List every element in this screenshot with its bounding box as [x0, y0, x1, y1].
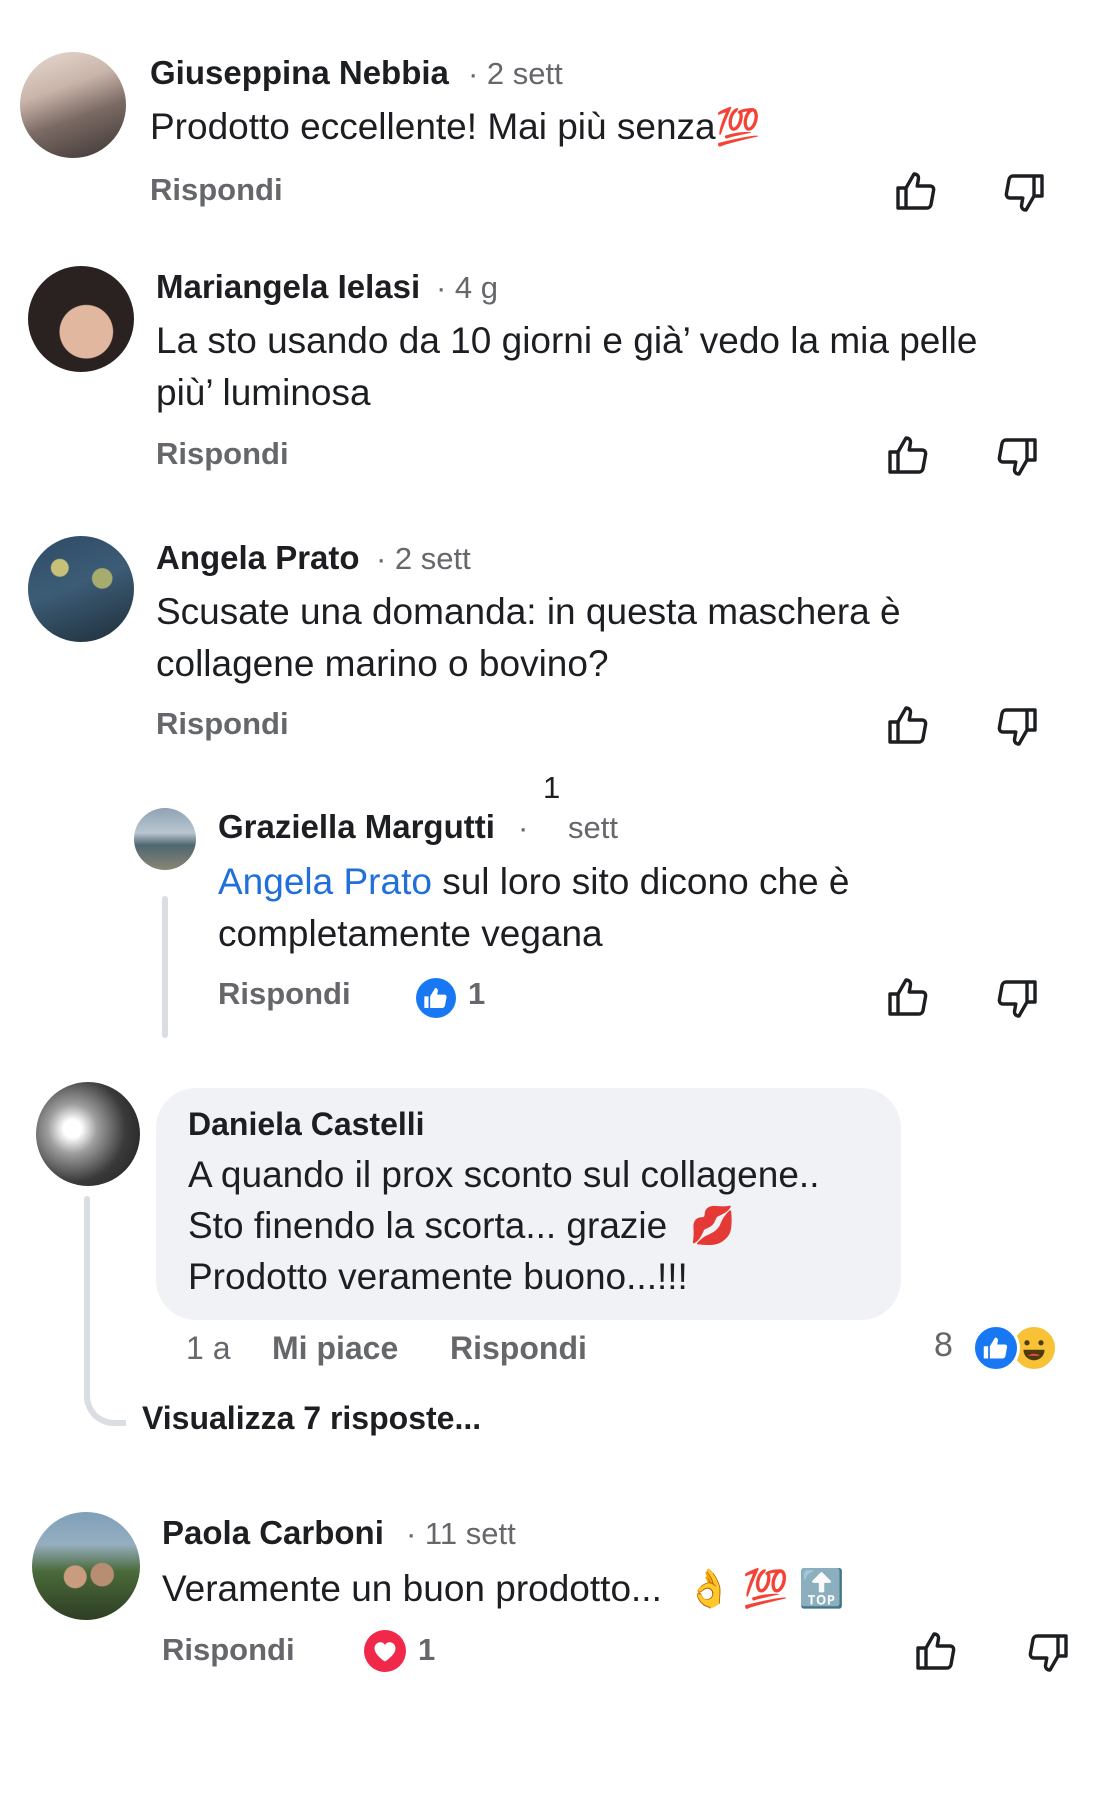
comment-text-line: completamente vegana: [218, 913, 603, 954]
mention-link[interactable]: Angela Prato: [218, 861, 432, 902]
like-reaction-icon[interactable]: [972, 1324, 1020, 1372]
comment-text-body: sul loro sito dicono che è: [431, 861, 850, 902]
comment-time[interactable]: · 2 sett: [468, 56, 563, 92]
comment-author[interactable]: Graziella Margutti: [218, 808, 495, 846]
kiss-mark-emoji: 💋: [689, 1205, 736, 1246]
reply-button[interactable]: Rispondi: [150, 172, 283, 208]
avatar[interactable]: [32, 1512, 140, 1620]
like-reaction-icon[interactable]: [416, 978, 456, 1018]
comment-text-body: Sto finendo la scorta... grazie: [188, 1205, 668, 1246]
like-button[interactable]: Mi piace: [272, 1330, 398, 1367]
comment-text-line: Veramente un buon prodotto... 👌 💯 🔝: [162, 1562, 845, 1615]
comment-text-body: Prodotto eccellente! Mai più senza: [150, 106, 716, 147]
comment-text-line: collagene marino o bovino?: [156, 643, 609, 684]
love-reaction-icon[interactable]: [364, 1630, 406, 1672]
comment-time[interactable]: 1 a: [186, 1330, 230, 1367]
comment-time[interactable]: · 4 g: [436, 270, 498, 306]
comment-author[interactable]: Angela Prato: [156, 539, 360, 577]
comment-time-separator: ·: [518, 810, 529, 845]
avatar[interactable]: [28, 536, 134, 642]
comment-time[interactable]: · 2 sett: [376, 541, 471, 577]
reply-button[interactable]: Rispondi: [156, 436, 289, 472]
comment-time[interactable]: · 11 sett: [406, 1516, 516, 1552]
reaction-count[interactable]: 1: [418, 1632, 435, 1668]
avatar[interactable]: [28, 266, 134, 372]
emoji-group: 👌 💯 🔝: [686, 1568, 845, 1609]
avatar[interactable]: [134, 808, 196, 870]
comment-time-number[interactable]: 1: [543, 770, 560, 806]
reply-button[interactable]: Rispondi: [162, 1632, 295, 1668]
reaction-count[interactable]: 8: [934, 1326, 953, 1365]
thumbs-up-icon[interactable]: [884, 702, 932, 750]
comment-author[interactable]: Paola Carboni: [162, 1514, 384, 1552]
comment-time-unit[interactable]: sett: [568, 810, 618, 846]
comment-author[interactable]: Daniela Castelli: [188, 1106, 425, 1143]
comment-text-line: La sto usando da 10 giorni e già’ vedo l…: [156, 320, 978, 361]
thumbs-down-icon[interactable]: [993, 702, 1041, 750]
thumbs-down-icon[interactable]: [1000, 168, 1048, 216]
reply-button[interactable]: Rispondi: [218, 976, 351, 1012]
thumbs-down-icon[interactable]: [993, 432, 1041, 480]
comment-author[interactable]: Mariangela Ielasi: [156, 268, 420, 306]
comment-text-line: Scusate una domanda: in questa maschera …: [156, 591, 901, 632]
thread-line: [84, 1196, 90, 1396]
comment-author[interactable]: Giuseppina Nebbia: [150, 54, 449, 92]
avatar[interactable]: [36, 1082, 140, 1186]
comment-text-line: Sto finendo la scorta... grazie 💋: [188, 1199, 736, 1252]
comment-text-line: A quando il prox sconto sul collagene..: [188, 1154, 820, 1195]
comment-text-body: Veramente un buon prodotto...: [162, 1568, 662, 1609]
thread-line: [162, 896, 168, 1038]
comment-text-line: Prodotto veramente buono...!!!: [188, 1256, 688, 1297]
thumbs-down-icon[interactable]: [993, 974, 1041, 1022]
thumbs-up-icon[interactable]: [892, 168, 940, 216]
comment-text-line: più’ luminosa: [156, 372, 371, 413]
hundred-emoji: 💯: [715, 106, 761, 147]
view-replies-link[interactable]: Visualizza 7 risposte...: [142, 1400, 481, 1437]
comment-text-line: Angela Prato sul loro sito dicono che è: [218, 855, 849, 908]
thumbs-up-icon[interactable]: [884, 432, 932, 480]
thumbs-up-icon[interactable]: [884, 974, 932, 1022]
avatar[interactable]: [20, 52, 126, 158]
reply-button[interactable]: Rispondi: [450, 1330, 587, 1367]
reaction-count[interactable]: 1: [468, 976, 485, 1012]
comment-text: Prodotto eccellente! Mai più senza💯: [150, 100, 760, 153]
thumbs-down-icon[interactable]: [1024, 1628, 1072, 1676]
reply-button[interactable]: Rispondi: [156, 706, 289, 742]
thumbs-up-icon[interactable]: [912, 1628, 960, 1676]
thread-line-curve: [84, 1370, 126, 1426]
